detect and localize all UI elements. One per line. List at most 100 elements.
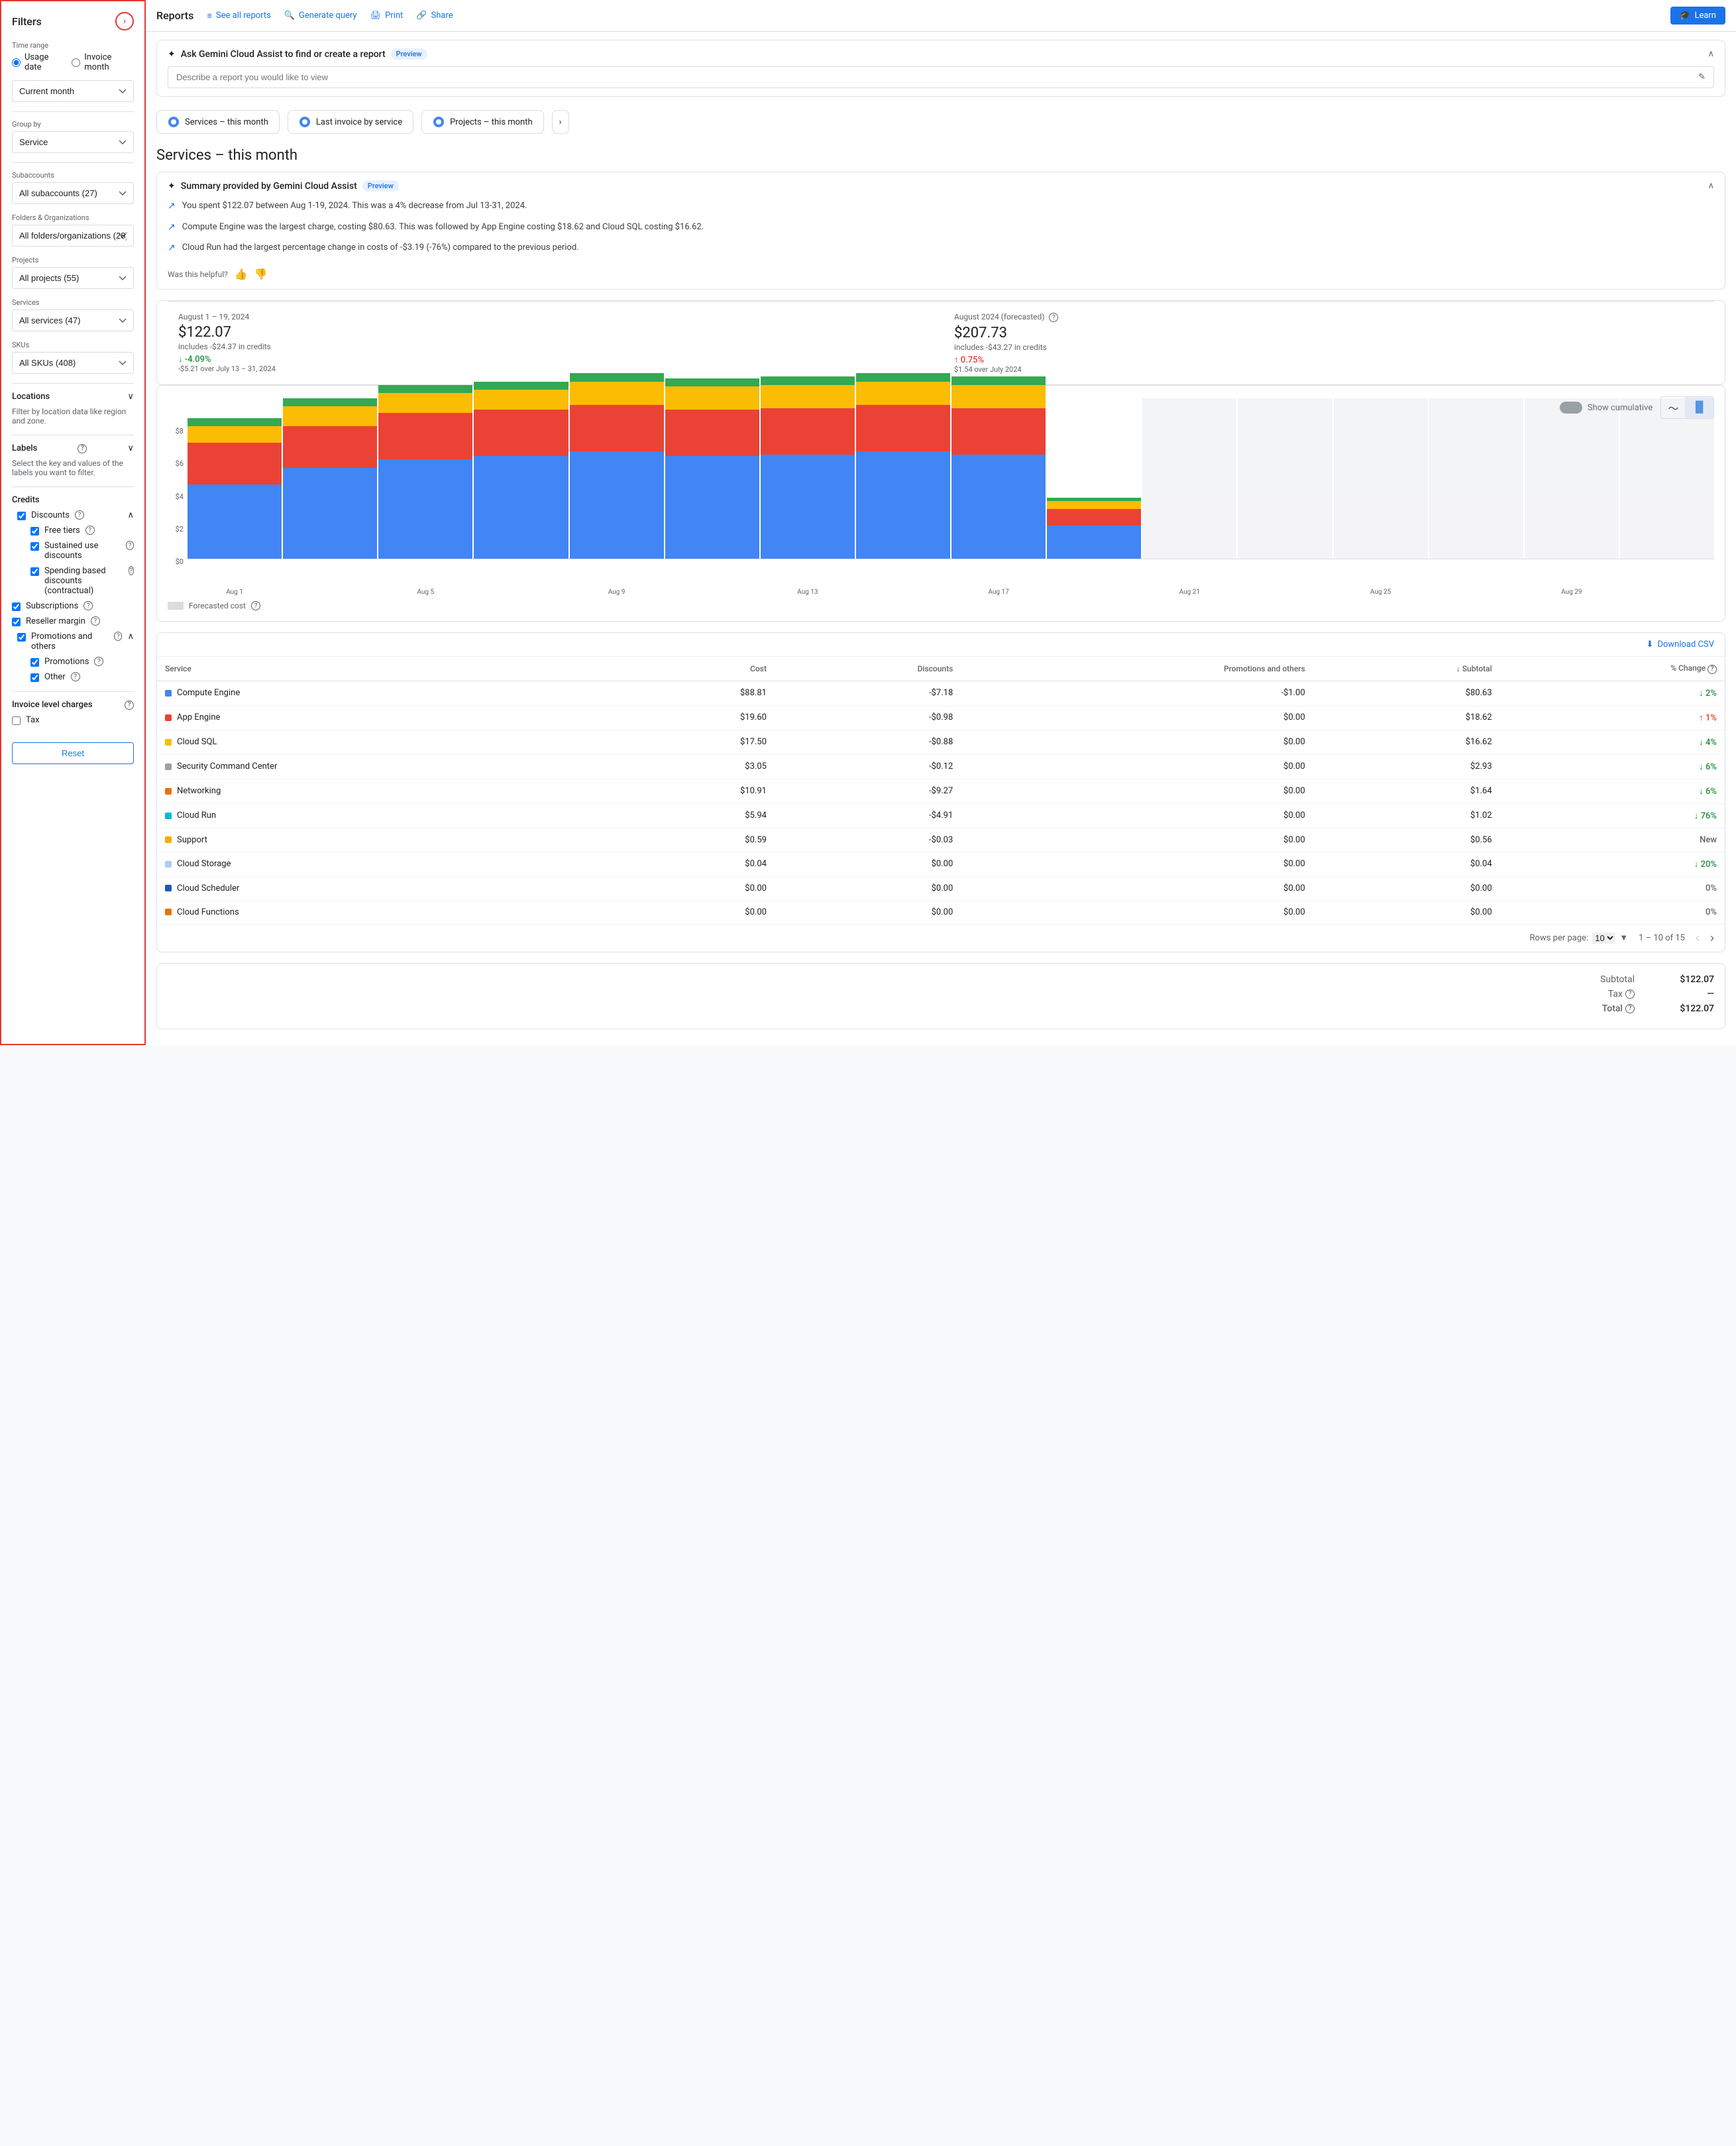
reseller-margin-checkbox[interactable] [12, 618, 21, 626]
other-checkbox[interactable] [30, 673, 39, 682]
col-subtotal[interactable]: ↓ Subtotal [1313, 657, 1500, 681]
bar-group-10[interactable] [1142, 398, 1236, 559]
bar-group-1[interactable] [283, 398, 377, 559]
tax-help-icon[interactable]: ? [1625, 989, 1635, 999]
change-help-icon[interactable]: ? [1708, 665, 1717, 674]
labels-help-icon[interactable]: ? [78, 444, 87, 453]
projects-select[interactable]: All projects (55) [12, 267, 134, 289]
bar-group-12[interactable] [1334, 398, 1428, 559]
total-help-icon[interactable]: ? [1625, 1004, 1635, 1013]
service-cell-7: Cloud Storage [157, 852, 621, 876]
next-page-button[interactable]: › [1710, 931, 1714, 945]
forecasted-help-icon[interactable]: ? [1049, 313, 1058, 322]
table-section: ⬇ Download CSV Service Cost Discounts Pr… [156, 632, 1725, 952]
generate-query-link[interactable]: 🔍 Generate query [284, 11, 357, 21]
bar-group-8[interactable] [951, 376, 1046, 559]
discounts-checkbox[interactable] [17, 512, 26, 520]
bar-group-13[interactable] [1429, 398, 1523, 559]
thumbs-up-button[interactable]: 👍 [235, 268, 248, 281]
bar-group-5[interactable] [665, 378, 759, 559]
see-all-reports-link[interactable]: ≡ See all reports [207, 11, 271, 21]
services-select[interactable]: All services (47) [12, 310, 134, 331]
rows-per-page-select[interactable]: 10 25 50 [1592, 932, 1615, 944]
bar-group-2[interactable] [378, 385, 472, 559]
learn-button[interactable]: 🎓 Learn [1670, 7, 1725, 25]
spending-based-help-icon[interactable]: ? [129, 566, 134, 575]
stats-card: August 1 – 19, 2024 $122.07 includes -$2… [156, 300, 1725, 386]
subaccounts-select[interactable]: All subaccounts (27) [12, 182, 134, 204]
bar-group-15[interactable] [1620, 398, 1714, 559]
col-change[interactable]: % Change ? [1500, 657, 1725, 681]
tax-checkbox[interactable] [12, 716, 21, 725]
period-select[interactable]: Current month Previous month Custom rang… [12, 80, 134, 102]
subtotal-label: Subtotal [1600, 974, 1635, 985]
download-csv-button[interactable]: ⬇ Download CSV [1647, 640, 1714, 649]
usage-date-option[interactable]: Usage date [12, 52, 64, 72]
tab-projects-this-month[interactable]: Projects – this month [421, 110, 544, 134]
sustained-use-checkbox[interactable] [30, 542, 39, 551]
invoice-month-radio[interactable] [72, 58, 80, 67]
bar-segment-12-2 [1334, 406, 1428, 426]
bar-segment-3-1 [474, 410, 568, 456]
bar-group-7[interactable] [856, 373, 950, 559]
bar-group-0[interactable] [188, 418, 282, 559]
service-cell-2: Cloud SQL [157, 730, 621, 754]
col-discounts[interactable]: Discounts [775, 657, 961, 681]
col-promotions[interactable]: Promotions and others [961, 657, 1313, 681]
usage-date-radio[interactable] [12, 58, 21, 67]
share-link[interactable]: 🔗 Share [416, 11, 453, 21]
sustained-use-help-icon[interactable]: ? [126, 541, 134, 550]
bar-group-3[interactable] [474, 382, 568, 559]
promotions-others-checkbox[interactable] [17, 633, 26, 642]
folders-label: Folders & Organizations [12, 213, 134, 222]
summary-collapse-icon[interactable]: ∧ [1708, 181, 1714, 191]
gemini-edit-icon[interactable]: ✎ [1698, 72, 1706, 82]
trend-icon-1: ↗ [168, 201, 176, 211]
discounts-help-icon[interactable]: ? [75, 510, 84, 520]
gemini-input[interactable] [176, 72, 1693, 82]
reset-button[interactable]: Reset [12, 742, 134, 764]
locations-title[interactable]: Locations ∨ [12, 392, 134, 402]
folders-select[interactable]: All folders/organizations (28) [12, 225, 134, 247]
subscriptions-checkbox[interactable] [12, 602, 21, 611]
spending-based-item: Spending based discounts (contractual) ? [30, 566, 134, 596]
tab-last-invoice[interactable]: Last invoice by service [288, 110, 413, 134]
col-cost[interactable]: Cost [621, 657, 775, 681]
bar-segment-9-2 [1047, 501, 1141, 510]
thumbs-down-button[interactable]: 👎 [254, 268, 268, 281]
skus-select[interactable]: All SKUs (408) [12, 352, 134, 374]
group-by-select[interactable]: Service Project SKU [12, 131, 134, 153]
gemini-collapse-icon[interactable]: ∧ [1708, 49, 1714, 59]
forecast-help-icon[interactable]: ? [251, 601, 260, 610]
bar-segment-8-1 [951, 408, 1046, 455]
prev-page-button[interactable]: ‹ [1696, 931, 1700, 945]
other-help-icon[interactable]: ? [71, 672, 80, 681]
free-tiers-help-icon[interactable]: ? [85, 526, 95, 535]
bar-chart: $8 $6 $4 $2 $0 Aug 1Aug 5Aug 9Aug 13Aug … [168, 427, 1714, 610]
invoice-month-option[interactable]: Invoice month [72, 52, 134, 72]
bar-group-6[interactable] [761, 376, 855, 559]
subscriptions-help-icon[interactable]: ? [83, 601, 93, 610]
bar-stack-10 [1142, 398, 1236, 559]
spending-based-checkbox[interactable] [30, 567, 39, 576]
bar-group-4[interactable] [570, 373, 664, 559]
promotions-others-help-icon[interactable]: ? [114, 632, 123, 641]
pagination: Rows per page: 10 25 50 ▼ 1 – 10 of 15 ‹… [157, 925, 1725, 952]
promotions-help-icon[interactable]: ? [94, 657, 103, 666]
free-tiers-checkbox[interactable] [30, 527, 39, 536]
col-service[interactable]: Service [157, 657, 621, 681]
discounts-chevron-icon: ∧ [127, 510, 134, 520]
tab-services-this-month[interactable]: Services – this month [156, 110, 280, 134]
tab-arrow-right[interactable]: › [552, 110, 569, 134]
collapse-filters-button[interactable]: › [115, 12, 134, 30]
bar-group-9[interactable] [1047, 498, 1141, 559]
bar-group-14[interactable] [1525, 398, 1619, 559]
discounts-cell-0: -$7.18 [775, 681, 961, 705]
print-link[interactable]: 🖨 Print [370, 11, 404, 21]
reseller-margin-help-icon[interactable]: ? [91, 616, 100, 626]
invoice-level-help-icon[interactable]: ? [125, 701, 134, 710]
bar-segment-15-1 [1620, 426, 1714, 468]
promotions-checkbox[interactable] [30, 658, 39, 667]
bar-group-11[interactable] [1238, 398, 1332, 559]
labels-title[interactable]: Labels ? ∨ [12, 443, 134, 453]
